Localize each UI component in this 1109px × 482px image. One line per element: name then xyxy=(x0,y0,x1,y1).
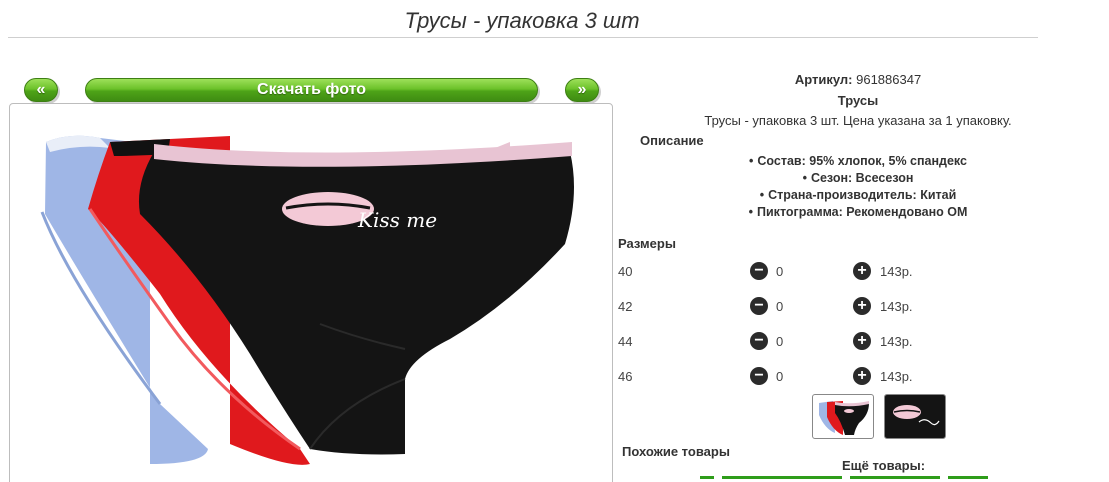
increase-qty-button[interactable]: + xyxy=(853,332,871,350)
title-divider xyxy=(8,37,1038,38)
size-price: 143р. xyxy=(880,334,913,349)
photo-print-text: Kiss me xyxy=(357,208,437,232)
decrease-qty-button[interactable]: − xyxy=(750,332,768,350)
product-category: Трусы xyxy=(837,93,879,108)
qty-value: 0 xyxy=(776,369,784,384)
size-row: 46 − 0 + 143р. xyxy=(618,367,938,387)
increase-qty-button[interactable]: + xyxy=(853,297,871,315)
decrease-qty-button[interactable]: − xyxy=(750,262,768,280)
size-price: 143р. xyxy=(880,299,913,314)
attribute-item: • Пиктограмма: Рекомендовано ОМ xyxy=(748,205,968,219)
article-line: Артикул: 961886347 xyxy=(618,72,1098,87)
next-photo-button[interactable]: » xyxy=(565,78,599,102)
size-value: 44 xyxy=(618,334,633,349)
more-products-heading: Ещё товары: xyxy=(842,458,926,473)
attribute-item: • Страна-производитель: Китай xyxy=(759,188,957,202)
photo-thumbnail[interactable] xyxy=(812,394,874,439)
more-products-links[interactable] xyxy=(700,476,1040,482)
prev-photo-button[interactable]: « xyxy=(24,78,58,102)
photo-thumbnail[interactable] xyxy=(884,394,946,439)
increase-qty-button[interactable]: + xyxy=(853,367,871,385)
decrease-qty-button[interactable]: − xyxy=(750,367,768,385)
size-value: 46 xyxy=(618,369,633,384)
description-heading: Описание xyxy=(640,133,704,148)
size-price: 143р. xyxy=(880,264,913,279)
product-summary: Трусы - упаковка 3 шт. Цена указана за 1… xyxy=(704,113,1012,128)
similar-products-heading: Похожие товары xyxy=(622,444,730,459)
decrease-qty-button[interactable]: − xyxy=(750,297,768,315)
page-title: Трусы - упаковка 3 шт xyxy=(404,8,640,33)
qty-value: 0 xyxy=(776,264,784,279)
attribute-item: • Состав: 95% хлопок, 5% спандекс xyxy=(749,154,967,168)
thumbnail-image xyxy=(885,395,945,438)
product-photo-image: Kiss me xyxy=(40,135,575,465)
size-price: 143р. xyxy=(880,369,913,384)
thumbnail-image xyxy=(819,401,869,435)
download-photo-button[interactable]: Скачать фото xyxy=(85,78,538,102)
size-row: 40 − 0 + 143р. xyxy=(618,262,938,282)
size-row: 42 − 0 + 143р. xyxy=(618,297,938,317)
article-value: 961886347 xyxy=(856,72,922,87)
attribute-item: • Сезон: Всесезон xyxy=(802,171,914,185)
increase-qty-button[interactable]: + xyxy=(853,262,871,280)
sizes-heading: Размеры xyxy=(618,236,676,251)
size-value: 42 xyxy=(618,299,633,314)
product-photo[interactable]: Kiss me xyxy=(9,103,613,482)
size-row: 44 − 0 + 143р. xyxy=(618,332,938,352)
qty-value: 0 xyxy=(776,334,784,349)
attribute-list: • Состав: 95% хлопок, 5% спандекс • Сезон:… xyxy=(618,153,1098,221)
article-label: Артикул: xyxy=(794,72,853,87)
size-value: 40 xyxy=(618,264,633,279)
qty-value: 0 xyxy=(776,299,784,314)
